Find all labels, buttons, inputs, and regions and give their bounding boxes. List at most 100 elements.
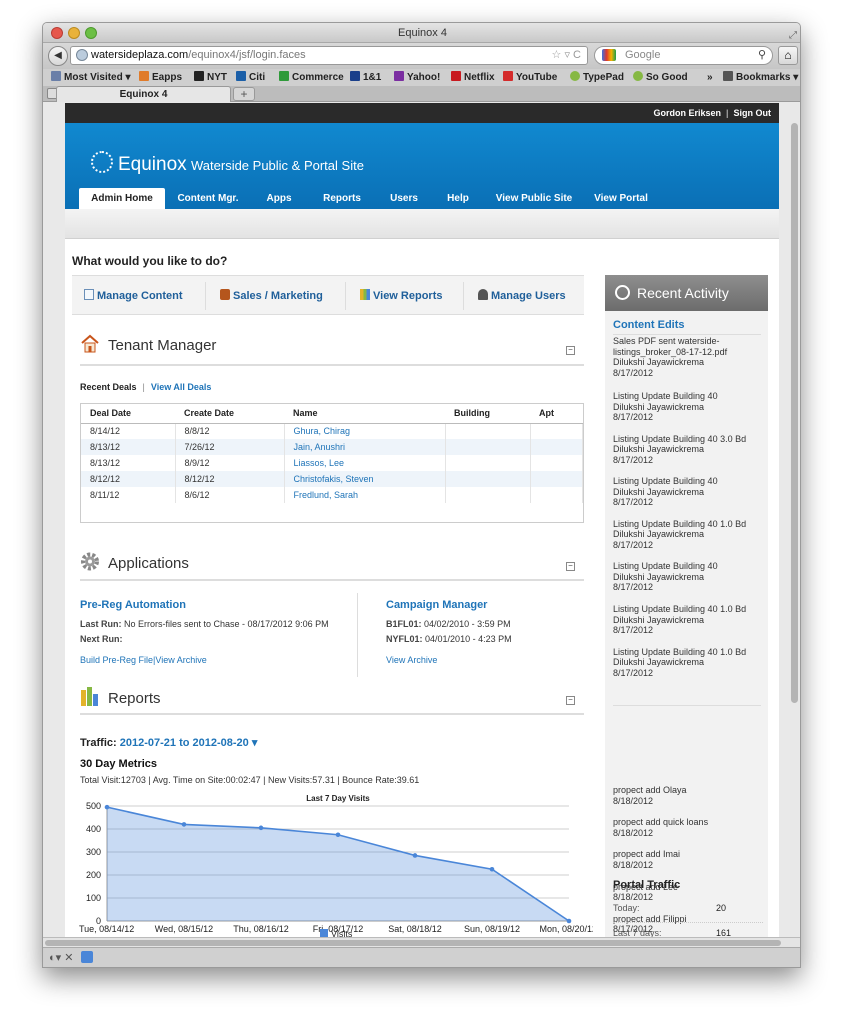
manage-content-link[interactable]: Manage Content xyxy=(84,289,183,302)
traffic-period-label: Today: xyxy=(613,903,640,913)
scroll-thumb[interactable] xyxy=(791,123,798,703)
collapse-tenant-button[interactable]: − xyxy=(566,346,575,355)
content-edit-item[interactable]: Listing Update Building 40 Dilukshi Jayaw… xyxy=(613,561,763,593)
nav-view-public-site[interactable]: View Public Site xyxy=(485,188,583,209)
search-input[interactable]: Google ⚲ xyxy=(594,46,773,65)
section-rule xyxy=(80,713,584,715)
bookmarks-overflow-chevron[interactable]: » xyxy=(707,71,713,84)
traffic-range-dropdown[interactable]: 2012-07-21 to 2012-08-20 ▾ xyxy=(120,737,258,749)
vertical-scrollbar[interactable] xyxy=(790,103,799,937)
content-edit-item[interactable]: Listing Update Building 40 Dilukshi Jayaw… xyxy=(613,391,763,423)
collapse-applications-button[interactable]: − xyxy=(566,562,575,571)
chart-title: Last 7 Day Visits xyxy=(306,794,370,803)
nav-users[interactable]: Users xyxy=(377,188,431,209)
reports-heading: Reports xyxy=(80,687,161,707)
addons-icon[interactable]: ◐▾ ✕ xyxy=(49,952,73,964)
bookmark-so-good[interactable]: So Good xyxy=(633,71,688,84)
prospect-item[interactable]: propect add Lee 8/18/2012 xyxy=(613,882,763,903)
content-edit-item[interactable]: Listing Update Building 40 Dilukshi Jayaw… xyxy=(613,476,763,508)
activity-author: Dilukshi Jayawickrema xyxy=(613,486,705,497)
collapse-reports-button[interactable]: − xyxy=(566,696,575,705)
tenant-name-link[interactable]: Christofakis, Steven xyxy=(284,471,446,487)
nav-content-mgr[interactable]: Content Mgr. xyxy=(165,188,251,209)
netflix-icon xyxy=(451,71,461,81)
content-edit-item[interactable]: Listing Update Building 40 1.0 Bd Diluksh… xyxy=(613,519,763,551)
activity-author: Dilukshi Jayawickrema xyxy=(613,571,705,582)
data-point xyxy=(412,853,418,858)
activity-date: 8/17/2012 xyxy=(613,625,654,635)
home-button[interactable]: ⌂ xyxy=(778,46,798,65)
recent-deals-label[interactable]: Recent Deals xyxy=(80,382,137,392)
view-all-deals-link[interactable]: View All Deals xyxy=(151,382,212,392)
campaign-manager-title[interactable]: Campaign Manager xyxy=(386,599,512,611)
new-tab-button[interactable]: + xyxy=(233,87,255,101)
equinox-logo-icon xyxy=(91,151,113,173)
address-bar[interactable]: watersideplaza.com/equinox4/jsf/login.fa… xyxy=(70,46,588,65)
bookmark-star-icon[interactable]: ☆ ▿ C xyxy=(552,47,581,64)
activity-date: 8/17/2012 xyxy=(613,582,654,593)
scroll-thumb[interactable] xyxy=(45,940,781,946)
prospect-item[interactable]: propect add quick loans 8/18/2012 xyxy=(613,817,763,838)
traffic-period-label: Last 7 days: xyxy=(613,928,662,937)
view-archive-link[interactable]: View Archive xyxy=(386,655,512,665)
content-edit-item[interactable]: Listing Update Building 40 1.0 Bd Diluksh… xyxy=(613,647,763,679)
tenant-name-link[interactable]: Liassos, Lee xyxy=(284,455,446,471)
section-rule xyxy=(80,579,584,581)
bookmarks-menu[interactable]: Bookmarks ▾ xyxy=(723,71,798,84)
bookmark-commerce[interactable]: Commerce xyxy=(279,71,344,84)
column-header[interactable]: Name xyxy=(284,404,445,424)
zoom-window-button[interactable] xyxy=(85,27,97,39)
building xyxy=(445,455,531,471)
minimize-window-button[interactable] xyxy=(68,27,80,39)
prospect-text: propect add Imai xyxy=(613,849,681,860)
column-header[interactable]: Create Date xyxy=(175,404,284,424)
bookmark-typepad[interactable]: TypePad xyxy=(570,71,624,84)
manage-users-link[interactable]: Manage Users xyxy=(478,289,566,302)
bookmark-most-visited[interactable]: Most Visited ▾ xyxy=(51,71,131,84)
bookmark-1and1[interactable]: 1&1 xyxy=(350,71,381,84)
sales-marketing-link[interactable]: Sales / Marketing xyxy=(220,289,323,302)
column-header[interactable]: Building xyxy=(445,404,530,424)
search-icon[interactable]: ⚲ xyxy=(758,47,766,64)
tab-equinox[interactable]: Equinox 4 xyxy=(56,86,231,102)
column-header[interactable]: Deal Date xyxy=(81,404,175,424)
bookmark-youtube[interactable]: YouTube xyxy=(503,71,557,84)
activity-text: Sales PDF sent waterside-listings_broker… xyxy=(613,336,728,357)
bookmark-nyt[interactable]: NYT xyxy=(194,71,227,84)
quick-actions-divider xyxy=(463,282,464,310)
close-window-button[interactable] xyxy=(51,27,63,39)
nav-admin-home[interactable]: Admin Home xyxy=(79,188,165,209)
prospect-item[interactable]: propect add Imai 8/18/2012 xyxy=(613,849,763,870)
column-header[interactable]: Apt xyxy=(530,404,583,424)
nav-apps[interactable]: Apps xyxy=(251,188,307,209)
nav-view-portal[interactable]: View Portal xyxy=(583,188,659,209)
back-button[interactable]: ◀ xyxy=(48,46,68,66)
bookmark-eapps[interactable]: Eapps xyxy=(139,71,182,84)
view-reports-link[interactable]: View Reports xyxy=(360,289,443,302)
tenant-name-link[interactable]: Ghura, Chirag xyxy=(284,423,446,439)
browser-window: Equinox 4 ⤢ ◀ watersideplaza.com/equinox… xyxy=(42,22,801,968)
bookmark-citi[interactable]: Citi xyxy=(236,71,265,84)
nav-help[interactable]: Help xyxy=(431,188,485,209)
horizontal-scrollbar[interactable] xyxy=(43,937,800,947)
content-edit-item[interactable]: Listing Update Building 40 3.0 Bd Diluksh… xyxy=(613,434,763,466)
logo-text[interactable]: Equinox xyxy=(118,154,187,176)
status-icon[interactable] xyxy=(80,951,93,963)
tenant-name-link[interactable]: Fredlund, Sarah xyxy=(284,487,446,503)
google-icon[interactable] xyxy=(602,49,616,61)
bookmark-netflix[interactable]: Netflix xyxy=(451,71,495,84)
content-edit-item[interactable]: Listing Update Building 40 1.0 Bd Diluksh… xyxy=(613,604,763,636)
sign-out-link[interactable]: Sign Out xyxy=(734,108,772,118)
content-edits-title[interactable]: Content Edits xyxy=(613,319,685,331)
tenant-name-link[interactable]: Jain, Anushri xyxy=(284,439,446,455)
prospect-item[interactable]: propect add Olaya 8/18/2012 xyxy=(613,785,763,806)
pre-reg-automation-title[interactable]: Pre-Reg Automation xyxy=(80,599,329,611)
bar-chart-icon xyxy=(139,71,149,81)
traffic-count: 161 xyxy=(716,928,732,937)
build-pre-reg-links[interactable]: Build Pre-Reg File|View Archive xyxy=(80,655,329,665)
nav-reports[interactable]: Reports xyxy=(307,188,377,209)
bookmark-yahoo[interactable]: Yahoo! xyxy=(394,71,440,84)
content-edit-item[interactable]: Sales PDF sent waterside-listings_broker… xyxy=(613,336,763,378)
activity-date: 8/17/2012 xyxy=(613,412,654,422)
create-date: 8/8/12 xyxy=(175,423,285,439)
